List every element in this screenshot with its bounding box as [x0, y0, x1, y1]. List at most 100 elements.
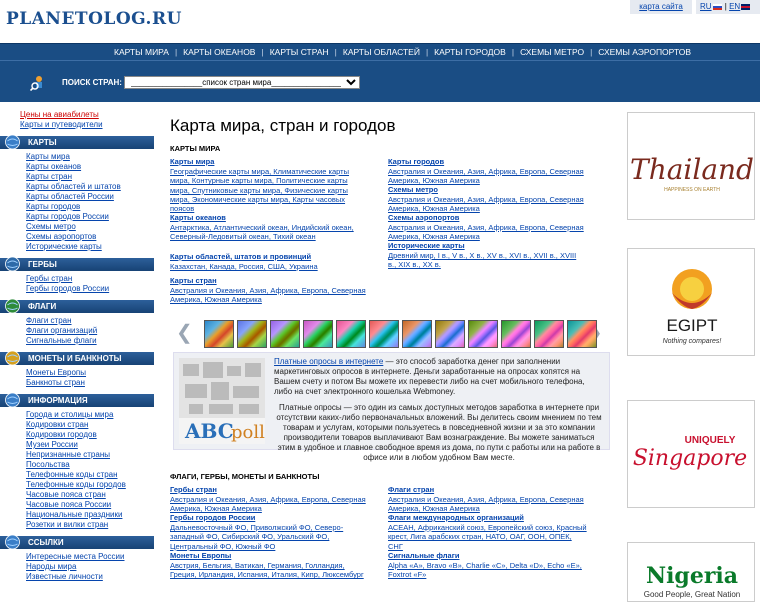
- link-block-heading[interactable]: Флаги стран: [388, 485, 603, 495]
- link-block-heading[interactable]: Флаги международных организаций: [388, 513, 603, 523]
- link-line[interactable]: мира, Экономические карты мира, Карты ча…: [170, 195, 385, 204]
- link-line-text[interactable]: мира, Контурные карты мира, Политические…: [170, 176, 348, 185]
- sidebar-item[interactable]: Карты городов: [26, 202, 160, 212]
- lang-ru-link[interactable]: RU: [700, 2, 712, 11]
- sidebar-item[interactable]: Часовые пояса стран: [26, 490, 160, 500]
- map-thumbnail[interactable]: [468, 320, 498, 348]
- sidebar-item[interactable]: Гербы городов России: [26, 284, 160, 294]
- link-line-text[interactable]: Греция, Ирландия, Испания, Италия, Кипр,…: [170, 570, 364, 579]
- link-line[interactable]: Центральный ФО, Южный ФО: [170, 542, 385, 551]
- link-line-text[interactable]: Австралия и Океания, Азия, Африка, Европ…: [170, 495, 366, 504]
- link-line[interactable]: Foxtrot «F»: [388, 570, 603, 579]
- sidebar-item[interactable]: Флаги стран: [26, 316, 160, 326]
- sidebar-item[interactable]: Телефонные коды городов: [26, 480, 160, 490]
- link-block-heading[interactable]: Гербы городов России: [170, 513, 385, 523]
- link-line[interactable]: Австралия и Океания, Азия, Африка, Европ…: [388, 167, 603, 176]
- map-thumbnail[interactable]: [237, 320, 267, 348]
- sidebar-item[interactable]: Карты стран: [26, 172, 160, 182]
- link-line[interactable]: мира, Спутниковые карты мира, Физические…: [170, 186, 385, 195]
- map-thumbnail[interactable]: [204, 320, 234, 348]
- sidebar-section-header[interactable]: ГЕРБЫ: [0, 256, 154, 272]
- link-line[interactable]: Казахстан, Канада, Россия, США, Украина: [170, 262, 385, 271]
- sidebar-section-header[interactable]: ФЛАГИ: [0, 298, 154, 314]
- nav-region-maps[interactable]: КАРТЫ ОБЛАСТЕЙ: [343, 47, 428, 57]
- link-block-heading[interactable]: Исторические карты: [388, 241, 603, 251]
- sidebar-item[interactable]: Розетки и вилки стран: [26, 520, 160, 530]
- link-line-text[interactable]: Америка, Южная Америка: [388, 176, 480, 185]
- sidebar-section-header[interactable]: ССЫЛКИ: [0, 534, 154, 550]
- map-thumbnail[interactable]: [402, 320, 432, 348]
- link-line-text[interactable]: Америка, Южная Америка: [170, 504, 262, 513]
- link-line[interactable]: Австралия и Океания, Азия, Африка, Европ…: [170, 286, 385, 295]
- sidebar-item[interactable]: Гербы стран: [26, 274, 160, 284]
- link-line-text[interactable]: Австралия и Океания, Азия, Африка, Европ…: [388, 195, 584, 204]
- link-line[interactable]: в., XIX в., XX в.: [388, 260, 603, 269]
- sidebar-item[interactable]: Схемы метро: [26, 222, 160, 232]
- sidebar-item[interactable]: Флаги организаций: [26, 326, 160, 336]
- sidebar-item[interactable]: Монеты Европы: [26, 368, 160, 378]
- link-line-text[interactable]: Древний мир, I в., V в., X в., XV в., XV…: [388, 251, 576, 260]
- sidebar-item[interactable]: Сигнальные флаги: [26, 336, 160, 346]
- link-block-heading[interactable]: Схемы аэропортов: [388, 213, 603, 223]
- sidebar-item[interactable]: Интересные места России: [26, 552, 160, 562]
- link-line-text[interactable]: Америка, Южная Америка: [388, 232, 480, 241]
- link-line-text[interactable]: Центральный ФО, Южный ФО: [170, 542, 275, 551]
- sidebar-item[interactable]: Известные личности: [26, 572, 160, 582]
- sidebar-item[interactable]: Музеи России: [26, 440, 160, 450]
- link-line[interactable]: Австрия, Бельгия, Ватикан, Германия, Гол…: [170, 561, 385, 570]
- link-line-text[interactable]: Казахстан, Канада, Россия, США, Украина: [170, 262, 318, 271]
- lang-en-link[interactable]: EN: [729, 2, 740, 11]
- airfare-link[interactable]: Цены на авиабилеты: [20, 110, 160, 120]
- link-line-text[interactable]: СНГ: [388, 542, 403, 551]
- sidebar-section-header[interactable]: МОНЕТЫ И БАНКНОТЫ: [0, 350, 154, 366]
- link-line[interactable]: СНГ: [388, 542, 603, 551]
- country-select[interactable]: ________________список стран мира_______…: [124, 76, 360, 89]
- sidebar-item[interactable]: Карты океанов: [26, 162, 160, 172]
- sidebar-item[interactable]: Карты областей России: [26, 192, 160, 202]
- map-thumbnail[interactable]: [336, 320, 366, 348]
- sidebar-section-header[interactable]: КАРТЫ: [0, 134, 154, 150]
- sidebar-item[interactable]: Города и столицы мира: [26, 410, 160, 420]
- map-thumbnail[interactable]: [369, 320, 399, 348]
- link-line-text[interactable]: Австрия, Бельгия, Ватикан, Германия, Гол…: [170, 561, 345, 570]
- link-line-text[interactable]: АСЕАН, Африканский союз, Европейский сою…: [388, 523, 587, 532]
- banner-singapore[interactable]: UNIQUELY Singapore: [627, 400, 755, 508]
- link-block-heading[interactable]: Карты областей, штатов и провинций: [170, 252, 385, 262]
- link-line[interactable]: Географические карты мира, Климатические…: [170, 167, 385, 176]
- sidebar-item[interactable]: Народы мира: [26, 562, 160, 572]
- ru-flag-icon[interactable]: [712, 3, 722, 10]
- map-thumbnail[interactable]: [303, 320, 333, 348]
- sidebar-item[interactable]: Кодировки стран: [26, 420, 160, 430]
- sidebar-item[interactable]: Телефонные коды стран: [26, 470, 160, 480]
- link-line[interactable]: мира, Контурные карты мира, Политические…: [170, 176, 385, 185]
- sidebar-item[interactable]: Исторические карты: [26, 242, 160, 252]
- link-line-text[interactable]: Foxtrot «F»: [388, 570, 426, 579]
- sidebar-item[interactable]: Национальные праздники: [26, 510, 160, 520]
- link-line-text[interactable]: Антарктика, Атлантический океан, Индийск…: [170, 223, 354, 232]
- sidebar-item[interactable]: Банкноты стран: [26, 378, 160, 388]
- sitemap-link[interactable]: карта сайта: [630, 0, 692, 14]
- link-line-text[interactable]: мира, Экономические карты мира, Карты ча…: [170, 195, 345, 204]
- link-line-text[interactable]: крест, Лига арабских стран, НАТО, ОАГ, О…: [388, 532, 572, 541]
- sidebar-item[interactable]: Посольства: [26, 460, 160, 470]
- link-line-text[interactable]: Австралия и Океания, Азия, Африка, Европ…: [170, 286, 366, 295]
- map-thumbnail[interactable]: [534, 320, 564, 348]
- nav-country-maps[interactable]: КАРТЫ СТРАН: [270, 47, 337, 57]
- link-line-text[interactable]: Северный-Ледовитый океан, Тихий океан: [170, 232, 316, 241]
- link-line[interactable]: Австралия и Океания, Азия, Африка, Европ…: [388, 495, 603, 504]
- link-line-text[interactable]: Америка, Южная Америка: [170, 295, 262, 304]
- link-line[interactable]: Alpha «A», Bravo «B», Charlie «C», Delta…: [388, 561, 603, 570]
- link-block-heading[interactable]: Карты городов: [388, 157, 603, 167]
- nav-metro-maps[interactable]: СХЕМЫ МЕТРО: [520, 47, 592, 57]
- paid-surveys-link[interactable]: Платные опросы в интернете: [274, 357, 383, 366]
- uk-flag-icon[interactable]: [741, 3, 751, 10]
- link-line-text[interactable]: Австралия и Океания, Азия, Африка, Европ…: [388, 223, 584, 232]
- sidebar-item[interactable]: Непризнанные страны: [26, 450, 160, 460]
- link-block-heading[interactable]: Карты океанов: [170, 213, 385, 223]
- link-line-text[interactable]: Австралия и Океания, Азия, Африка, Европ…: [388, 167, 584, 176]
- sidebar-item[interactable]: Карты мира: [26, 152, 160, 162]
- nav-city-maps[interactable]: КАРТЫ ГОРОДОВ: [434, 47, 514, 57]
- link-line[interactable]: Антарктика, Атлантический океан, Индийск…: [170, 223, 385, 232]
- link-block-heading[interactable]: Гербы стран: [170, 485, 385, 495]
- link-line[interactable]: Америка, Южная Америка: [170, 295, 385, 304]
